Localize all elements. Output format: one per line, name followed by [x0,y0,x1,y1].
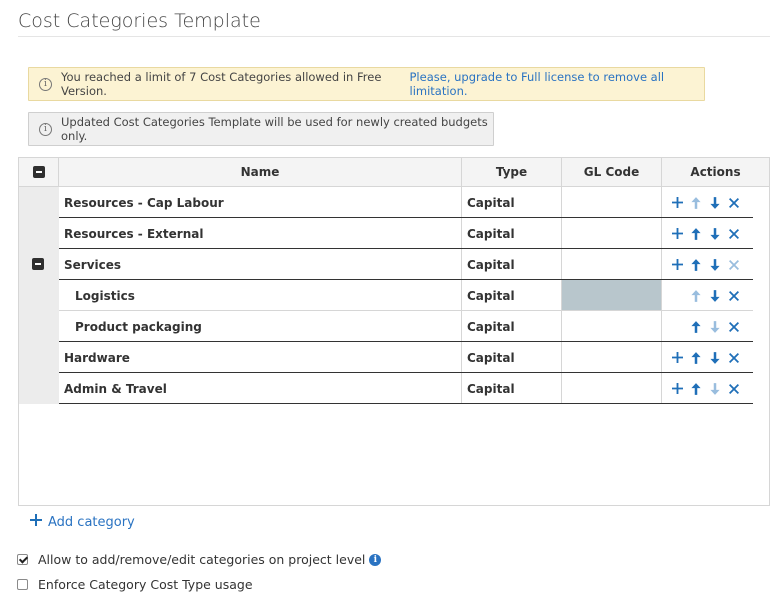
info-icon[interactable]: i [369,553,382,566]
add-category-button[interactable]: Add category [30,514,135,530]
limit-warning-text: You reached a limit of 7 Cost Categories… [61,70,382,98]
row-drag-handle[interactable] [19,187,59,218]
arrow-down-icon[interactable] [709,227,721,241]
collapse-all-icon[interactable] [32,166,45,178]
category-name[interactable]: Resources - Cap Labour [59,187,462,218]
add-icon[interactable] [671,351,683,365]
gl-code-cell[interactable] [562,311,662,342]
category-type[interactable]: Capital [462,311,562,342]
allow-edit-option: Allow to add/remove/edit categories on p… [17,552,382,567]
arrow-up-icon[interactable] [690,227,702,241]
category-name[interactable]: Services [59,249,462,280]
delete-icon [728,258,740,272]
categories-grid: Name Type GL Code Actions Resources - Ca… [18,157,770,506]
header-type[interactable]: Type [462,158,562,187]
category-name[interactable]: Admin & Travel [59,373,462,404]
arrow-down-icon[interactable] [709,196,721,210]
arrow-down-icon[interactable] [709,289,721,303]
row-actions [662,342,753,373]
row-drag-handle[interactable] [19,342,59,373]
row-divider [59,403,753,404]
add-category-label: Add category [48,514,135,530]
row-actions [662,218,753,249]
header-actions: Actions [662,158,769,187]
row-actions [662,249,753,280]
row-actions [662,187,753,218]
add-icon[interactable] [671,382,683,396]
delete-icon[interactable] [728,196,740,210]
collapse-icon[interactable] [32,258,44,270]
row-actions [662,373,753,404]
category-type[interactable]: Capital [462,342,562,373]
delete-icon[interactable] [728,351,740,365]
table-row[interactable]: Services Capital [19,249,769,280]
category-name[interactable]: Logistics [59,280,462,311]
arrow-down-icon[interactable] [709,351,721,365]
category-name[interactable]: Resources - External [59,218,462,249]
gl-code-cell[interactable] [562,187,662,218]
template-info-alert: i Updated Cost Categories Template will … [28,112,494,146]
category-type[interactable]: Capital [462,280,562,311]
delete-icon[interactable] [728,289,740,303]
row-actions [662,311,753,342]
arrow-up-icon[interactable] [690,320,702,334]
row-drag-handle[interactable] [19,249,59,280]
gl-code-cell[interactable] [562,249,662,280]
arrow-up-icon [690,196,702,210]
delete-icon[interactable] [728,227,740,241]
delete-icon[interactable] [728,320,740,334]
arrow-up-icon[interactable] [690,382,702,396]
gl-code-cell[interactable] [562,218,662,249]
info-icon: i [39,77,52,91]
arrow-up-icon [690,289,702,303]
limit-warning-alert: i You reached a limit of 7 Cost Categori… [28,67,705,101]
row-drag-handle[interactable] [19,311,59,342]
table-row[interactable]: Product packaging Capital [19,311,769,342]
arrow-down-icon[interactable] [709,258,721,272]
arrow-up-icon[interactable] [690,258,702,272]
enforce-type-checkbox[interactable] [17,579,28,590]
template-info-text: Updated Cost Categories Template will be… [61,115,488,143]
header-gl-code[interactable]: GL Code [562,158,662,187]
arrow-down-icon [709,382,721,396]
header-name[interactable]: Name [59,158,462,187]
row-drag-handle[interactable] [19,218,59,249]
add-icon[interactable] [671,196,683,210]
arrow-down-icon [709,320,721,334]
add-icon[interactable] [671,227,683,241]
upgrade-link[interactable]: Please, upgrade to Full license to remov… [410,70,705,98]
row-actions [662,280,753,311]
allow-edit-checkbox[interactable] [17,554,28,565]
arrow-up-icon[interactable] [690,351,702,365]
table-row[interactable]: Hardware Capital [19,342,769,373]
add-icon[interactable] [671,258,683,272]
allow-edit-label[interactable]: Allow to add/remove/edit categories on p… [38,552,365,567]
row-drag-handle[interactable] [19,280,59,311]
table-row[interactable]: Resources - Cap Labour Capital [19,187,769,218]
gl-code-cell[interactable] [562,373,662,404]
info-icon: i [39,122,52,136]
category-type[interactable]: Capital [462,249,562,280]
page-title: Cost Categories Template [18,10,261,32]
gl-code-cell[interactable] [562,280,662,311]
table-row[interactable]: Logistics Capital [19,280,769,311]
delete-icon[interactable] [728,382,740,396]
category-type[interactable]: Capital [462,373,562,404]
header-collapse-all-cell [19,158,59,187]
add-icon [30,514,42,530]
category-name[interactable]: Hardware [59,342,462,373]
category-type[interactable]: Capital [462,187,562,218]
gl-code-cell[interactable] [562,342,662,373]
row-drag-handle[interactable] [19,373,59,404]
category-name[interactable]: Product packaging [59,311,462,342]
table-row[interactable]: Admin & Travel Capital [19,373,769,404]
title-divider [18,36,770,37]
category-type[interactable]: Capital [462,218,562,249]
enforce-type-label[interactable]: Enforce Category Cost Type usage [38,577,253,592]
enforce-type-option: Enforce Category Cost Type usage [17,577,253,592]
table-row[interactable]: Resources - External Capital [19,218,769,249]
